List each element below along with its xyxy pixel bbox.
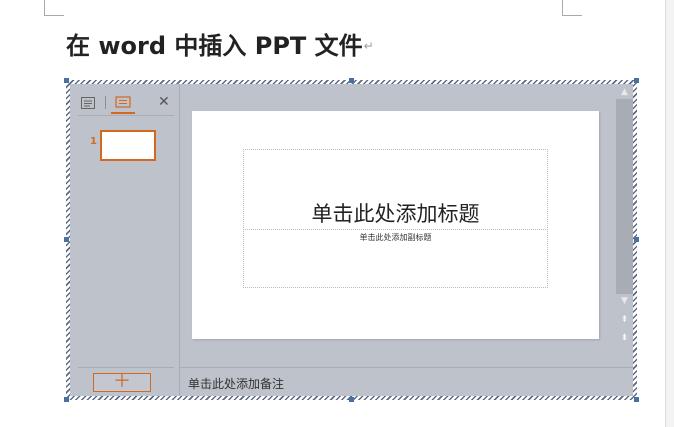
paragraph-mark-icon: ↵ [363, 39, 374, 53]
resize-handle-top[interactable] [349, 78, 354, 83]
slide-canvas[interactable]: 单击此处添加标题 单击此处添加副标题 [192, 111, 599, 339]
outline-view-icon[interactable] [80, 95, 96, 111]
divider [78, 367, 174, 368]
scroll-down-icon[interactable]: ▼ [616, 295, 633, 307]
document-heading[interactable]: 在 word 中插入 PPT 文件↵ [66, 28, 374, 64]
embedded-ppt-object[interactable]: ✕ 1 ＋ 单击此处添加标题 单击此处添加副标题 ▲ ▼ ⇞ ⇟ 单击此处添加备… [64, 78, 639, 402]
subtitle-placeholder[interactable]: 单击此处添加副标题 [243, 229, 548, 288]
slide-number: 1 [90, 136, 97, 147]
slide-thumbnail[interactable] [100, 130, 156, 161]
resize-handle-bottom-left[interactable] [64, 397, 69, 402]
close-pane-icon[interactable]: ✕ [158, 93, 172, 111]
add-slide-button[interactable]: ＋ [93, 373, 151, 392]
notes-placeholder[interactable]: 单击此处添加备注 [188, 375, 284, 392]
scroll-up-icon[interactable]: ▲ [616, 86, 633, 98]
resize-handle-left[interactable] [64, 237, 69, 242]
subtitle-placeholder-text: 单击此处添加副标题 [359, 233, 432, 242]
scroll-thumb[interactable] [616, 99, 633, 294]
crop-mark-left-vertical [44, 0, 45, 16]
tab-slides[interactable] [111, 94, 135, 114]
title-placeholder[interactable]: 单击此处添加标题 [243, 149, 548, 230]
slide-thumbnail-pane: ✕ 1 ＋ [70, 84, 180, 396]
page-gutter [666, 0, 674, 427]
resize-handle-bottom[interactable] [349, 397, 354, 402]
resize-handle-top-right[interactable] [634, 78, 639, 83]
notes-divider [180, 367, 633, 368]
vertical-scrollbar[interactable]: ▲ ▼ ⇞ ⇟ [616, 84, 633, 367]
crop-mark-right-vertical [562, 0, 563, 16]
crop-mark-right-horizontal [562, 15, 582, 16]
slides-view-icon [115, 96, 131, 108]
next-slide-icon[interactable]: ⇟ [616, 333, 633, 343]
resize-handle-top-left[interactable] [64, 78, 69, 83]
tab-separator [105, 96, 106, 109]
crop-mark-left-horizontal [44, 15, 64, 16]
resize-handle-bottom-right[interactable] [634, 397, 639, 402]
previous-slide-icon[interactable]: ⇞ [616, 315, 633, 325]
divider [78, 115, 174, 116]
ppt-editor[interactable]: ✕ 1 ＋ 单击此处添加标题 单击此处添加副标题 ▲ ▼ ⇞ ⇟ 单击此处添加备… [70, 84, 633, 396]
heading-text: 在 word 中插入 PPT 文件 [66, 32, 363, 60]
title-placeholder-text: 单击此处添加标题 [311, 202, 480, 226]
resize-handle-right[interactable] [634, 237, 639, 242]
